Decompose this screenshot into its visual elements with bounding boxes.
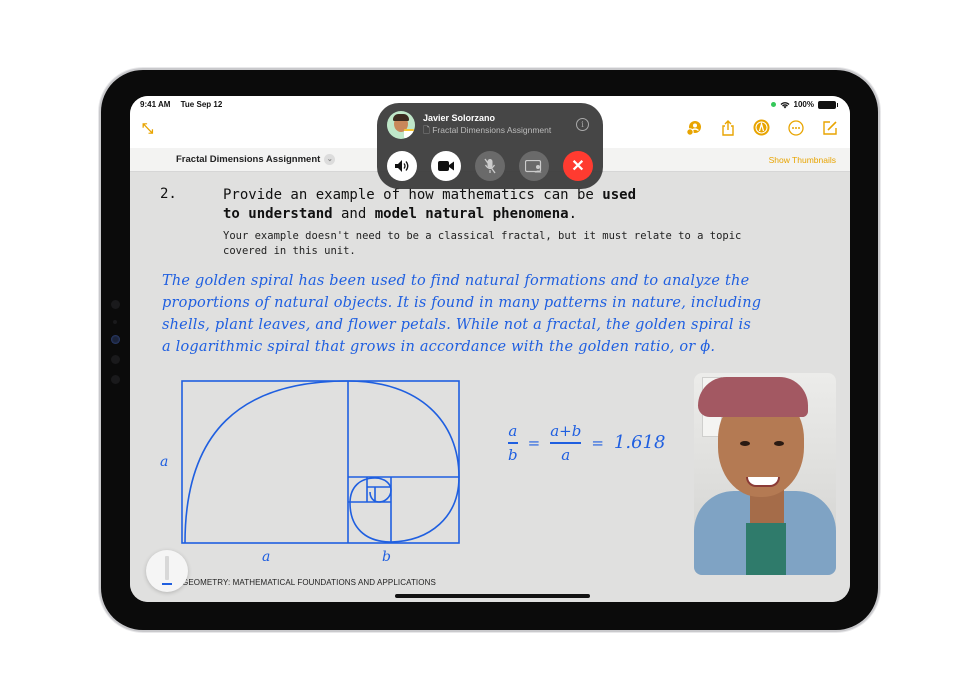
video-person-smile [746, 477, 780, 487]
microphone-slash-icon [484, 158, 496, 174]
caller-avatar [387, 111, 415, 139]
home-indicator[interactable] [395, 594, 590, 598]
close-icon: ✕ [571, 158, 585, 175]
fraction-bar [550, 442, 582, 444]
status-date: Tue Sep 12 [180, 100, 223, 109]
video-person-eye [774, 441, 784, 446]
fraction-apb-over-a: a+b a [550, 422, 582, 464]
front-camera [110, 335, 120, 344]
camera-lens [110, 300, 120, 309]
fraction-bar [508, 442, 518, 444]
camera-in-use-indicator [770, 102, 776, 107]
document-icon: 🗋 [423, 125, 433, 135]
numerator: a+b [550, 422, 582, 440]
show-thumbnails-button[interactable]: Show Thumbnails [769, 155, 836, 165]
collapse-arrows-icon[interactable]: ⤡ [142, 120, 153, 137]
pencil-icon [165, 556, 169, 580]
camera-button[interactable] [431, 151, 461, 181]
video-person-shirt [746, 523, 786, 575]
markup-icon[interactable] [753, 119, 770, 136]
pencil-tool-button[interactable] [146, 550, 188, 592]
more-icon[interactable] [787, 119, 804, 136]
diagram-label-side: a [160, 454, 169, 470]
denominator: b [508, 445, 518, 464]
golden-ratio-value: 1.618 [613, 432, 666, 454]
document-title: Fractal Dimensions Assignment [176, 154, 321, 166]
video-camera-icon [438, 161, 454, 171]
shareplay-button[interactable] [519, 151, 549, 181]
equals-sign: = [527, 433, 541, 452]
share-icon[interactable] [719, 119, 736, 136]
speaker-button[interactable] [387, 151, 417, 181]
info-icon[interactable]: i [576, 118, 589, 131]
mute-button[interactable] [475, 151, 505, 181]
diagram-label-bottom-a: a [262, 549, 271, 565]
compose-icon[interactable] [821, 119, 838, 136]
call-controls: ✕ [387, 151, 593, 181]
equals-sign: = [591, 433, 604, 452]
numerator: a [508, 422, 518, 440]
collaborate-icon[interactable] [685, 119, 702, 136]
notes-badge-icon [404, 129, 414, 138]
end-call-button[interactable]: ✕ [563, 151, 593, 181]
shared-document-name: Fractal Dimensions Assignment [432, 125, 552, 135]
camera-array [108, 300, 122, 395]
status-bar-left: 9:41 AM Tue Sep 12 [140, 100, 230, 109]
battery-percent: 100% [793, 100, 814, 109]
screen-share-icon [525, 159, 542, 172]
diagram-label-bottom-b: b [382, 549, 391, 565]
sensor [113, 320, 117, 324]
golden-ratio-equation: a b = a+b a = 1.618 [508, 422, 665, 464]
wifi-icon [780, 101, 790, 108]
document-title-menu[interactable]: Fractal Dimensions Assignment ⌄ [176, 154, 336, 166]
camera-lens [110, 355, 120, 364]
video-person-cap [698, 377, 808, 417]
facetime-video-preview[interactable] [694, 373, 836, 575]
status-time: 9:41 AM [140, 100, 171, 109]
screen: 9:41 AM Tue Sep 12 100% ⤡ Fractal Dimens… [130, 96, 850, 602]
pencil-color-indicator [162, 583, 172, 585]
caller-name: Javier Solorzano [423, 113, 496, 123]
status-bar-right: 100% [770, 100, 838, 109]
facetime-control-panel: Javier Solorzano 🗋 Fractal Dimensions As… [377, 103, 603, 189]
outer-rectangle [181, 380, 460, 544]
denominator: a [561, 445, 571, 464]
toolbar-right [685, 119, 838, 136]
page-footer: AL GEOMETRY: MATHEMATICAL FOUNDATIONS AN… [170, 578, 436, 587]
memoji-hair [393, 114, 409, 121]
shared-document[interactable]: 🗋 Fractal Dimensions Assignment [423, 125, 553, 139]
fraction-a-over-b: a b [508, 422, 518, 464]
camera-lens [110, 375, 120, 384]
spiral-curve [184, 380, 460, 544]
speaker-icon [395, 160, 409, 172]
video-person-eye [740, 441, 750, 446]
chevron-down-icon[interactable]: ⌄ [324, 154, 336, 165]
battery-icon [818, 100, 838, 109]
